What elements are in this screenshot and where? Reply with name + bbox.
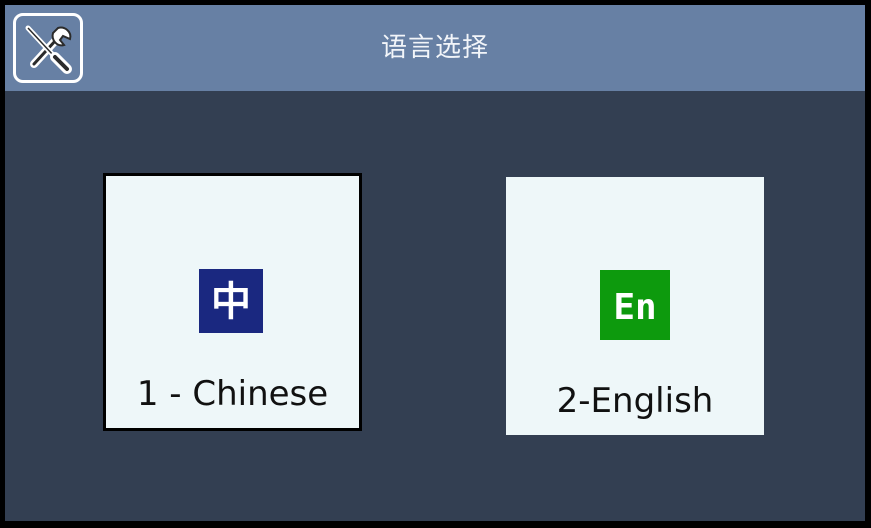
english-language-icon: En <box>600 270 670 340</box>
english-icon-glyph: En <box>613 287 656 328</box>
english-label: 2-English <box>556 381 714 421</box>
chinese-label: 1 - Chinese <box>136 374 329 414</box>
language-selection-screen: 语言选择 中 1 - Chinese En 2-English <box>5 5 865 521</box>
chinese-language-icon: 中 <box>199 269 263 333</box>
title-bar: 语言选择 <box>5 5 865 91</box>
language-option-chinese[interactable]: 中 1 - Chinese <box>103 173 362 431</box>
chinese-icon-glyph: 中 <box>211 279 251 325</box>
tools-icon <box>25 25 72 74</box>
page-title: 语言选择 <box>380 33 489 63</box>
settings-button[interactable] <box>13 13 83 83</box>
language-option-english[interactable]: En 2-English <box>506 177 764 435</box>
